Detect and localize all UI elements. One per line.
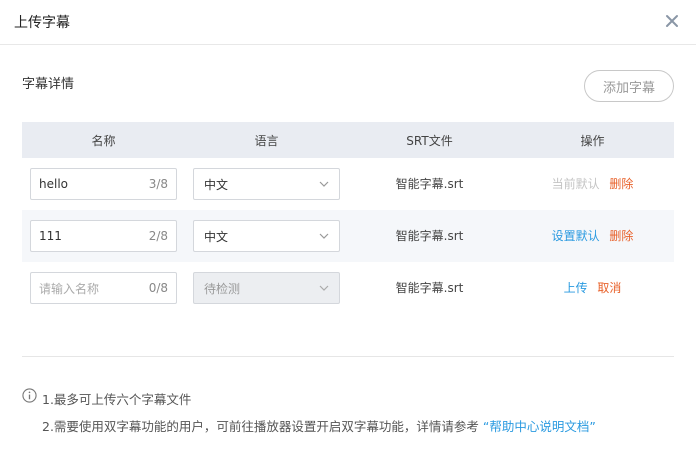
- name-input-placeholder: 请输入名称: [39, 281, 100, 296]
- delete-button[interactable]: 删除: [609, 229, 633, 243]
- language-select-value: 中文: [204, 229, 229, 244]
- table-row: hello 3/8 中文 智能字幕.srt 当前默认 删除: [22, 158, 674, 210]
- chevron-down-icon: [319, 233, 329, 239]
- name-input[interactable]: 请输入名称 0/8: [30, 272, 177, 304]
- name-input[interactable]: 111 2/8: [30, 220, 177, 252]
- dialog-title: 上传字幕: [14, 15, 70, 31]
- row-actions: 设置默认 删除: [511, 227, 674, 244]
- language-select-value: 中文: [204, 177, 229, 192]
- language-select: 待检测: [193, 272, 340, 304]
- subtitle-table: 名称 语言 SRT文件 操作 hello 3/8 中文 智能字幕.srt 当前默…: [22, 122, 674, 314]
- upload-button[interactable]: 上传: [564, 281, 588, 295]
- cancel-button[interactable]: 取消: [597, 281, 621, 295]
- name-input-value: hello: [39, 177, 68, 191]
- char-counter: 0/8: [148, 281, 168, 295]
- srt-filename: 智能字幕.srt: [395, 281, 464, 295]
- table-row: 111 2/8 中文 智能字幕.srt 设置默认 删除: [22, 210, 674, 262]
- note-line-1: 1.最多可上传六个字幕文件: [42, 392, 192, 407]
- language-select[interactable]: 中文: [193, 220, 340, 252]
- srt-filename: 智能字幕.srt: [395, 177, 464, 191]
- add-subtitle-button[interactable]: 添加字幕: [584, 70, 674, 102]
- row-actions: 当前默认 删除: [511, 175, 674, 192]
- name-input-value: 111: [39, 229, 62, 243]
- info-icon: [22, 388, 37, 403]
- language-select[interactable]: 中文: [193, 168, 340, 200]
- current-default-label: 当前默认: [551, 177, 600, 191]
- section-title: 字幕详情: [22, 77, 75, 92]
- chevron-down-icon: [319, 285, 329, 291]
- language-select-value: 待检测: [204, 281, 241, 296]
- delete-button[interactable]: 删除: [609, 177, 633, 191]
- divider: [22, 356, 674, 357]
- help-center-link[interactable]: “帮助中心说明文档”: [483, 419, 596, 434]
- note-line-2-text: 2.需要使用双字幕功能的用户，可前往播放器设置开启双字幕功能，详情请参考: [42, 419, 479, 434]
- column-header-srt: SRT文件: [406, 133, 453, 148]
- note-line-2: 2.需要使用双字幕功能的用户，可前往播放器设置开启双字幕功能，详情请参考 “帮助…: [42, 416, 596, 435]
- dialog-header: 上传字幕: [0, 0, 696, 45]
- chevron-down-icon: [319, 181, 329, 187]
- column-header-actions: 操作: [580, 133, 605, 148]
- close-icon[interactable]: [662, 11, 682, 31]
- column-header-language: 语言: [254, 133, 279, 148]
- row-actions: 上传 取消: [511, 279, 674, 296]
- char-counter: 2/8: [148, 229, 168, 243]
- table-header: 名称 语言 SRT文件 操作: [22, 122, 674, 158]
- char-counter: 3/8: [148, 177, 168, 191]
- column-header-name: 名称: [91, 133, 116, 148]
- table-row: 请输入名称 0/8 待检测 智能字幕.srt 上传 取消: [22, 262, 674, 314]
- name-input[interactable]: hello 3/8: [30, 168, 177, 200]
- srt-filename: 智能字幕.srt: [395, 229, 464, 243]
- set-default-button[interactable]: 设置默认: [552, 229, 600, 243]
